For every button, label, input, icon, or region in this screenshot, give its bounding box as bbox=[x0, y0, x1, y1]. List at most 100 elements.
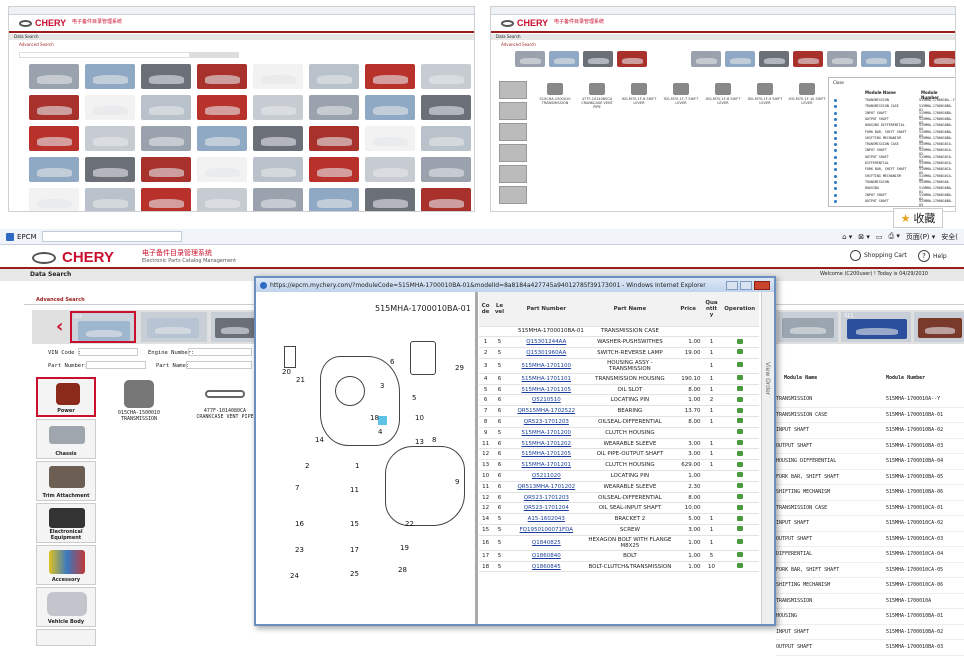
car-thumbnail[interactable] bbox=[253, 188, 303, 211]
mail-button[interactable]: ▭ bbox=[876, 233, 883, 241]
car-thumbnail[interactable] bbox=[793, 51, 823, 67]
add-to-cart-icon[interactable] bbox=[736, 504, 743, 510]
car-thumbnail[interactable] bbox=[29, 64, 79, 89]
car-thumbnail[interactable] bbox=[85, 126, 135, 151]
split-divider[interactable] bbox=[475, 292, 478, 624]
car-thumbnail[interactable] bbox=[929, 51, 955, 67]
part-number-link[interactable]: Q1840825 bbox=[532, 540, 561, 546]
maximize-button[interactable] bbox=[740, 280, 752, 290]
part-thumb-transmission[interactable]: 015CHA-1500010 TRANSMISSION bbox=[106, 378, 172, 438]
part-number-link[interactable]: Q15301960AA bbox=[526, 350, 566, 356]
part-number-link[interactable]: Q15301244AA bbox=[526, 339, 566, 345]
module-row[interactable]: FORK BAR, SHIFT SHAFT 515MHA-1700010BA-05 bbox=[831, 130, 955, 138]
category-thumbnail[interactable] bbox=[499, 165, 527, 183]
module-row[interactable]: FORK BAR, SHIFT SHAFT 515MHA-1700010BA-05 bbox=[776, 470, 964, 485]
car-thumbnail[interactable] bbox=[197, 64, 247, 89]
car-thumbnail[interactable] bbox=[309, 95, 359, 120]
module-row[interactable]: HOUSING DIFFERENTIAL 515MHA-1700010BA-04 bbox=[776, 454, 964, 470]
car-thumbnail[interactable] bbox=[421, 188, 471, 211]
car-thumbnail[interactable] bbox=[515, 51, 545, 67]
callout-label[interactable]: 16 bbox=[295, 520, 304, 528]
module-row[interactable]: TRANSMISSION 515MHA-1700010A bbox=[831, 180, 955, 186]
car-thumbnail[interactable] bbox=[895, 51, 925, 67]
part-number-link[interactable]: Q5210510 bbox=[532, 397, 561, 403]
part-thumbnail[interactable]: ISG-M70-1F-6 SHIFT LEVER bbox=[619, 81, 659, 113]
module-row[interactable]: INPUT SHAFT 515MHA-1700010BA-02 bbox=[776, 423, 964, 439]
part-number-link[interactable]: 515MHA-1701100 bbox=[522, 363, 572, 369]
car-thumbnail[interactable] bbox=[29, 188, 79, 211]
add-to-cart-icon[interactable] bbox=[736, 563, 743, 569]
part-number-link[interactable]: 515MHA-1701101 bbox=[522, 376, 572, 382]
add-to-cart-icon[interactable] bbox=[736, 440, 743, 446]
module-row[interactable]: TRANSMISSION 515MHA-1700010A bbox=[776, 594, 964, 609]
safety-menu[interactable]: 安全( bbox=[941, 232, 958, 242]
part-number-link[interactable]: QR523-1701203 bbox=[524, 495, 569, 501]
module-row[interactable]: OUTPUT SHAFT 515MHA-1700010BA-03 bbox=[776, 640, 964, 656]
car-thumbnail[interactable] bbox=[365, 188, 415, 211]
car-thumbnail[interactable] bbox=[197, 157, 247, 182]
add-to-cart-icon[interactable] bbox=[736, 362, 743, 368]
car-thumbnail[interactable] bbox=[197, 188, 247, 211]
add-to-cart-icon[interactable] bbox=[736, 515, 743, 521]
part-thumbnail[interactable]: 477F-1014080CA CRANKCASE VENT PIPE bbox=[577, 81, 617, 113]
callout-label[interactable]: 2 bbox=[305, 462, 309, 470]
category-electronical-equipment[interactable]: Electronical Equipment bbox=[36, 503, 96, 543]
car-tab[interactable] bbox=[211, 312, 256, 342]
module-row[interactable]: OUTPUT SHAFT 515MHA-1700010BA-03 bbox=[776, 439, 964, 454]
add-to-cart-icon[interactable] bbox=[736, 338, 743, 344]
add-to-cart-icon[interactable] bbox=[736, 429, 743, 435]
home-menu[interactable]: ⌂ ▾ bbox=[842, 233, 852, 241]
callout-label[interactable]: 20 bbox=[282, 368, 291, 376]
callout-label[interactable]: 8 bbox=[432, 436, 436, 444]
car-thumbnail[interactable] bbox=[197, 95, 247, 120]
car-tab[interactable] bbox=[914, 312, 964, 342]
car-thumbnail[interactable] bbox=[691, 51, 721, 67]
car-thumbnail[interactable] bbox=[29, 126, 79, 151]
part-thumbnail[interactable]: ISG-M70-1F-8 SHIFT LEVER bbox=[703, 81, 743, 113]
car-thumbnail[interactable] bbox=[253, 95, 303, 120]
callout-label[interactable]: 6 bbox=[390, 358, 394, 366]
add-to-cart-icon[interactable] bbox=[736, 386, 743, 392]
add-to-cart-icon[interactable] bbox=[736, 375, 743, 381]
module-row[interactable]: FORK BAR, SHIFT SHAFT 515MHA-1700010CA-05 bbox=[831, 167, 955, 175]
module-row[interactable]: INPUT SHAFT 515MHA-1700010CA-02 bbox=[831, 148, 955, 156]
category-vehicle-body[interactable]: Vehicle Body bbox=[36, 587, 96, 627]
car-thumbnail[interactable] bbox=[141, 64, 191, 89]
add-to-cart-icon[interactable] bbox=[736, 396, 743, 402]
prev-arrow-icon[interactable]: ‹ bbox=[56, 316, 63, 337]
shopping-cart-link[interactable]: Shopping Cart bbox=[850, 250, 907, 261]
callout-label[interactable]: 11 bbox=[350, 486, 359, 494]
car-thumbnail[interactable] bbox=[141, 95, 191, 120]
module-row[interactable]: SHIFTING MECHANISM 515MHA-1700010CA-06 bbox=[776, 578, 964, 594]
part-number-link[interactable]: A15-1602043 bbox=[528, 516, 565, 522]
module-row[interactable]: INPUT SHAFT 515MHA-1700010BA-02 bbox=[831, 193, 955, 201]
category-more[interactable] bbox=[36, 629, 96, 646]
category-chassis[interactable]: Chassis bbox=[36, 419, 96, 459]
car-thumbnail[interactable] bbox=[421, 157, 471, 182]
close-button[interactable] bbox=[754, 280, 770, 290]
part-number-link[interactable]: QR513MHA-1701202 bbox=[517, 484, 575, 490]
module-row[interactable]: OUTPUT SHAFT 515MHA-1700010BA-03 bbox=[831, 199, 955, 207]
module-row[interactable]: HOUSING 515MHA-1700010BA-01 bbox=[831, 186, 955, 194]
car-thumbnail[interactable] bbox=[365, 64, 415, 89]
module-row[interactable]: INPUT SHAFT 515MHA-1700010BA-02 bbox=[831, 111, 955, 119]
car-thumbnail[interactable] bbox=[549, 51, 579, 67]
part-thumbnail[interactable]: ISG-M70-1F-9 SHIFT LEVER bbox=[745, 81, 785, 113]
add-to-cart-icon[interactable] bbox=[736, 407, 743, 413]
part-number-link[interactable]: Q5211020 bbox=[532, 473, 561, 479]
module-row[interactable]: HOUSING DIFFERENTIAL 515MHA-1700010BA-04 bbox=[831, 123, 955, 131]
callout-label[interactable]: 23 bbox=[295, 546, 304, 554]
module-row[interactable]: INPUT SHAFT 515MHA-1700010CA-02 bbox=[776, 516, 964, 532]
module-row[interactable]: DIFFERENTIAL 515MHA-1700010CA-04 bbox=[776, 547, 964, 563]
page-menu[interactable]: 页面(P) ▾ bbox=[906, 232, 935, 242]
callout-label[interactable]: 18 bbox=[370, 414, 379, 422]
callout-label[interactable]: 15 bbox=[350, 520, 359, 528]
car-thumbnail[interactable] bbox=[827, 51, 857, 67]
category-thumbnail[interactable] bbox=[499, 186, 527, 204]
car-thumbnail[interactable] bbox=[141, 126, 191, 151]
callout-label[interactable]: 21 bbox=[296, 376, 305, 384]
category-thumbnail[interactable] bbox=[499, 81, 527, 99]
callout-label[interactable]: 1 bbox=[355, 462, 359, 470]
part-number-link[interactable]: 515MHA-1701200 bbox=[522, 430, 572, 436]
car-tab-s11[interactable]: S11 bbox=[841, 312, 911, 342]
